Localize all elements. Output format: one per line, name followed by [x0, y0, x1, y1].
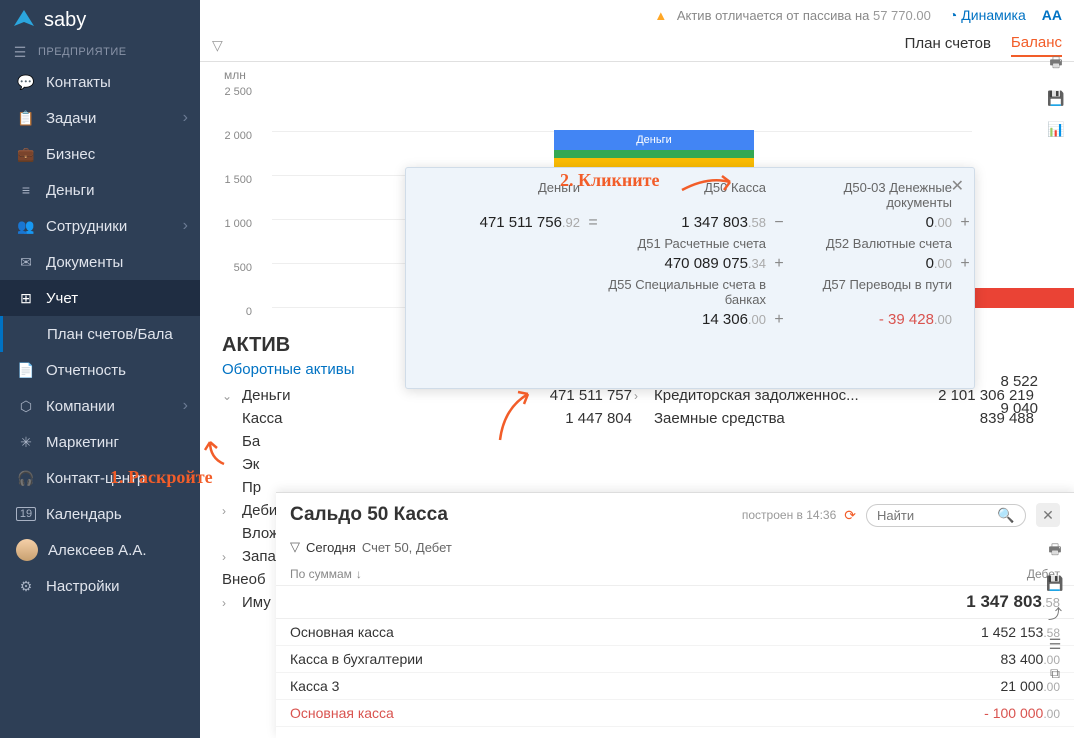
chart-icon: ◔ [949, 7, 957, 23]
partial-value: 8 522 [1000, 373, 1038, 390]
sort-down-icon: ↓ [356, 567, 362, 581]
gear-icon: ⚙ [16, 578, 36, 595]
filter-icon[interactable]: ▽ [212, 37, 223, 54]
font-size-button[interactable]: AA [1042, 7, 1062, 23]
money-icon: ≡ [16, 182, 36, 198]
nav-contacts[interactable]: 💬Контакты [0, 64, 200, 100]
accounting-icon: ⊞ [16, 290, 36, 307]
warning-text: ▲ Актив отличается от пассива на 57 770.… [654, 8, 930, 23]
chevron-right-icon[interactable]: › [222, 596, 238, 610]
warning-icon: ▲ [654, 8, 667, 23]
nav-documents[interactable]: ✉Документы [0, 244, 200, 280]
balance-row[interactable]: Ба [222, 430, 1034, 453]
print-icon[interactable]: 🖶 [1048, 539, 1061, 563]
partial-value: 9 040 [1000, 400, 1038, 417]
headset-icon: 🎧 [16, 470, 36, 487]
list-item[interactable]: Касса в бухгалтерии83 400.00 [276, 646, 1074, 673]
nav-employees[interactable]: 👥Сотрудники› [0, 208, 200, 244]
nav-business[interactable]: 💼Бизнес [0, 136, 200, 172]
plus-icon[interactable]: + [952, 214, 978, 232]
nav-money[interactable]: ≡Деньги [0, 172, 200, 208]
documents-icon: ✉ [16, 254, 36, 271]
nav-sub-plan[interactable]: План счетов/Бала [0, 316, 200, 352]
popup-icon[interactable]: ⧉ [1050, 665, 1060, 682]
hamburger-icon[interactable]: ☰ [0, 44, 24, 61]
chevron-right-icon[interactable]: › [222, 550, 238, 564]
annotation-arrow-1 [200, 436, 230, 466]
list-item[interactable]: Основная касса1 452 153.58 [276, 619, 1074, 646]
panel-toolbar: 🖶 💾 ⤴ ☰ ⧉ [1042, 539, 1068, 682]
plus-icon[interactable]: + [952, 255, 978, 273]
balance-row[interactable]: Касса1 447 804 Заемные средства839 488 [222, 407, 1034, 430]
marketing-icon: ✳ [16, 434, 36, 451]
logo-icon [12, 8, 36, 32]
contacts-icon: 💬 [16, 74, 36, 91]
annotation-arrow-3 [498, 388, 538, 448]
built-time: построен в 14:36 [742, 508, 836, 522]
chevron-right-icon[interactable]: › [634, 389, 650, 403]
brand-name: saby [44, 9, 86, 32]
avatar [16, 539, 38, 561]
tabs-row: ▽ План счетов Баланс [200, 30, 1074, 62]
dynamics-link[interactable]: ◔Динамика [949, 7, 1026, 23]
export-icon[interactable]: ⤴ [1048, 604, 1062, 624]
companies-icon: ⬡ [16, 398, 36, 415]
panel-filter[interactable]: ▽ Сегодня Счет 50, Дебет [276, 537, 1074, 563]
refresh-icon[interactable]: ⟳ [844, 507, 856, 524]
employees-icon: 👥 [16, 218, 36, 235]
business-icon: 💼 [16, 146, 36, 163]
chevron-right-icon: › [183, 397, 188, 415]
nav-reports[interactable]: 📄Отчетность [0, 352, 200, 388]
annotation-arrow-2 [680, 172, 740, 196]
topbar: ▲ Актив отличается от пассива на 57 770.… [200, 0, 1074, 30]
chevron-right-icon: › [183, 109, 188, 127]
list-icon[interactable]: ☰ [1049, 636, 1062, 653]
nav-user[interactable]: Алексеев А.А. [0, 532, 200, 568]
saldo-panel: Сальдо 50 Касса построен в 14:36 ⟳ 🔍 ✕ ▽… [276, 492, 1074, 738]
equals-icon: = [580, 214, 606, 232]
search-input[interactable] [877, 508, 997, 523]
list-item[interactable]: Основная касса- 100 000.00 [276, 700, 1074, 727]
minus-icon: − [766, 214, 792, 232]
reports-icon: 📄 [16, 362, 36, 379]
chevron-right-icon: › [183, 217, 188, 235]
save-icon[interactable]: 💾 [1046, 575, 1063, 592]
panel-columns: По суммам↓ Дебет [276, 563, 1074, 586]
chart-unit: млн [224, 68, 246, 82]
money-detail-popup: ✕ Деньги Д50 Касса Д50-03 Денежные докум… [405, 167, 975, 389]
search-icon[interactable]: 🔍 [997, 507, 1014, 524]
panel-total-row: 1 347 803.58 [276, 586, 1074, 619]
nav-tasks[interactable]: 📋Задачи› [0, 100, 200, 136]
list-item[interactable]: Касса 321 000.00 [276, 673, 1074, 700]
nav-accounting[interactable]: ⊞Учет [0, 280, 200, 316]
search-box[interactable]: 🔍 [866, 504, 1026, 527]
nav-calendar[interactable]: 19Календарь [0, 496, 200, 532]
chevron-down-icon[interactable]: ⌄ [222, 389, 238, 403]
logo-row: saby [0, 0, 200, 40]
nav-marketing[interactable]: ✳Маркетинг [0, 424, 200, 460]
calendar-icon: 19 [16, 507, 36, 521]
plus-icon[interactable]: + [766, 255, 792, 273]
filter-icon[interactable]: ▽ [290, 539, 300, 555]
section-label: ПРЕДПРИЯТИЕ [24, 40, 143, 64]
chevron-right-icon[interactable]: › [222, 504, 238, 518]
balance-row[interactable]: Эк [222, 453, 1034, 476]
sidebar: saby ☰ ПРЕДПРИЯТИЕ 💬Контакты 📋Задачи› 💼Б… [0, 0, 200, 738]
nav-settings[interactable]: ⚙Настройки [0, 568, 200, 604]
nav-companies[interactable]: ⬡Компании› [0, 388, 200, 424]
panel-header: Сальдо 50 Касса построен в 14:36 ⟳ 🔍 ✕ [276, 493, 1074, 537]
close-panel-button[interactable]: ✕ [1036, 503, 1060, 527]
tab-plan[interactable]: План счетов [905, 35, 991, 56]
col-by-sum[interactable]: По суммам↓ [290, 567, 940, 581]
close-icon[interactable]: ✕ [951, 176, 964, 196]
panel-title: Сальдо 50 Касса [290, 504, 742, 526]
plus-icon[interactable]: + [766, 311, 792, 329]
tasks-icon: 📋 [16, 110, 36, 127]
nav-contact-center[interactable]: 🎧Контакт-центр [0, 460, 200, 496]
